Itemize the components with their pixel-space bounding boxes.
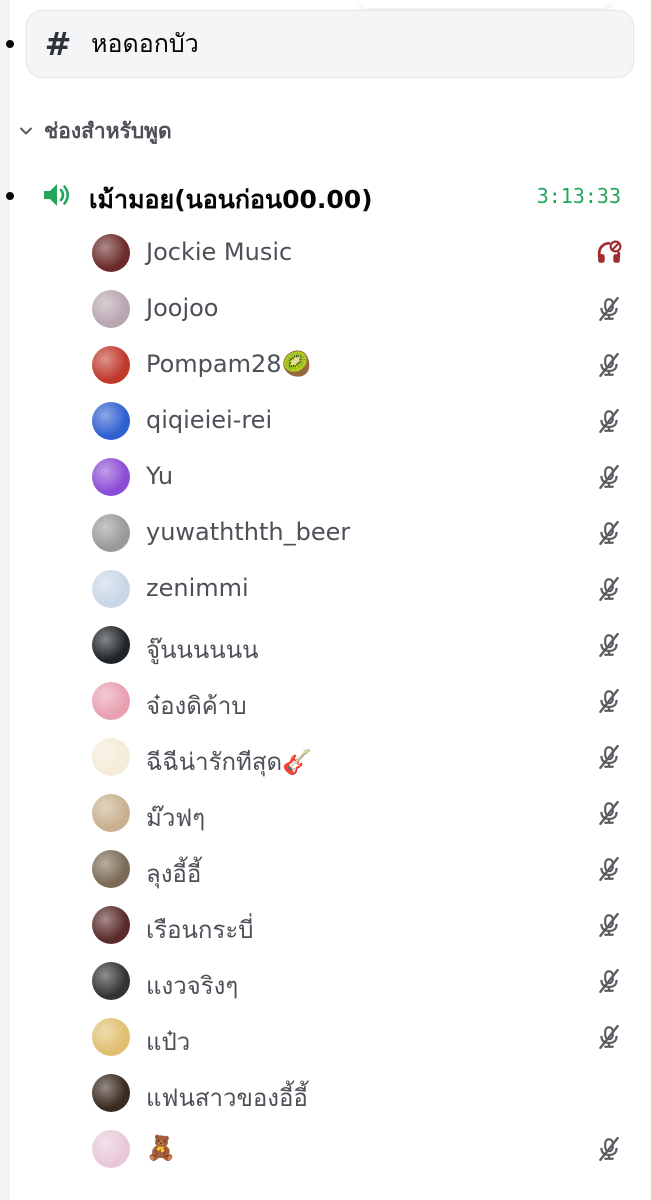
headphones-deafened-icon: [597, 240, 622, 263]
voice-channel-item[interactable]: เม้ามอย(นอนก่อน00.00) 3:13:33: [0, 172, 651, 222]
avatar: [92, 962, 130, 1000]
voice-member-row[interactable]: zenimmi: [90, 564, 630, 614]
voice-member-row[interactable]: แงวจริงๆ: [90, 956, 630, 1006]
mic-muted-icon: [599, 296, 619, 322]
avatar: [92, 794, 130, 832]
member-name: แป๋ว: [146, 1028, 191, 1056]
member-name: แงวจริงๆ: [146, 972, 239, 1000]
mic-muted-icon: [599, 968, 619, 994]
avatar: [92, 906, 130, 944]
member-name: Joojoo: [146, 294, 219, 322]
speaker-icon: [44, 184, 70, 206]
voice-member-row[interactable]: Pompam28🥝: [90, 340, 630, 390]
mic-muted-icon: [599, 800, 619, 826]
member-name: ฉีฉีน่ารักทีสุด🎸: [146, 748, 312, 776]
voice-member-row[interactable]: แฟนสาวของอี้อี้: [90, 1068, 630, 1118]
mic-muted-icon: [599, 1024, 619, 1050]
mic-muted-icon: [599, 520, 619, 546]
avatar: [92, 850, 130, 888]
hash-icon: #: [44, 25, 72, 63]
avatar: [92, 1018, 130, 1056]
mic-muted-icon: [599, 408, 619, 434]
avatar: [92, 570, 130, 608]
voice-member-row[interactable]: จ๋องดิค้าบ: [90, 676, 630, 726]
text-channel-unread-indicator: [6, 40, 14, 48]
text-channel-name: หอดอกบัว: [91, 29, 199, 58]
voice-category-header[interactable]: ช่องสำหรับพูด: [18, 112, 172, 150]
member-name: ลุงอี้อี้: [146, 860, 202, 888]
member-name: ม๊วฟๆ: [146, 804, 206, 832]
mic-muted-icon: [599, 744, 619, 770]
member-name: จู๊นนนนนน: [146, 636, 259, 664]
avatar: [92, 458, 130, 496]
member-name: Pompam28🥝: [146, 350, 312, 378]
member-name: เรือนกระบี่: [146, 916, 254, 944]
mic-muted-icon: [599, 352, 619, 378]
voice-member-row[interactable]: ลุงอี้อี้: [90, 844, 630, 894]
voice-channel-name: เม้ามอย(นอนก่อน00.00): [89, 185, 373, 214]
call-duration-timer: 3:13:33: [536, 184, 621, 208]
mic-muted-icon: [599, 576, 619, 602]
mic-muted-icon: [599, 1136, 619, 1162]
mic-muted-icon: [599, 912, 619, 938]
avatar: [92, 346, 130, 384]
avatar: [92, 1130, 130, 1168]
voice-member-row[interactable]: Jockie Music: [90, 228, 630, 278]
voice-member-row[interactable]: ฉีฉีน่ารักทีสุด🎸: [90, 732, 630, 782]
chevron-down-icon: [20, 127, 32, 135]
member-name: yuwaththth_beer: [146, 518, 351, 546]
member-name: qiqieiei-rei: [146, 406, 273, 434]
voice-member-row[interactable]: 🧸: [90, 1124, 630, 1174]
avatar: [92, 290, 130, 328]
member-name: แฟนสาวของอี้อี้: [146, 1084, 308, 1112]
avatar: [92, 402, 130, 440]
voice-member-row[interactable]: แป๋ว: [90, 1012, 630, 1062]
avatar: [92, 682, 130, 720]
avatar: [92, 1074, 130, 1112]
voice-member-row[interactable]: yuwaththth_beer: [90, 508, 630, 558]
mic-muted-icon: [599, 856, 619, 882]
voice-member-row[interactable]: qiqieiei-rei: [90, 396, 630, 446]
voice-member-row[interactable]: เรือนกระบี่: [90, 900, 630, 950]
member-name: Jockie Music: [146, 238, 293, 266]
voice-member-row[interactable]: จู๊นนนนนน: [90, 620, 630, 670]
avatar: [92, 738, 130, 776]
member-name: zenimmi: [146, 574, 249, 602]
avatar: [92, 626, 130, 664]
text-channel-item[interactable]: # หอดอกบัว: [26, 10, 634, 78]
mic-muted-icon: [599, 632, 619, 658]
mic-muted-icon: [599, 688, 619, 714]
voice-member-row[interactable]: Yu: [90, 452, 630, 502]
voice-member-row[interactable]: ม๊วฟๆ: [90, 788, 630, 838]
member-name: จ๋องดิค้าบ: [146, 692, 247, 720]
avatar: [92, 514, 130, 552]
avatar: [92, 234, 130, 272]
member-name: 🧸: [146, 1134, 176, 1162]
category-name: ช่องสำหรับพูด: [44, 118, 172, 143]
voice-member-row[interactable]: Joojoo: [90, 284, 630, 334]
floating-bar-shadow: [360, 0, 610, 8]
member-name: Yu: [146, 462, 174, 490]
mic-muted-icon: [599, 464, 619, 490]
